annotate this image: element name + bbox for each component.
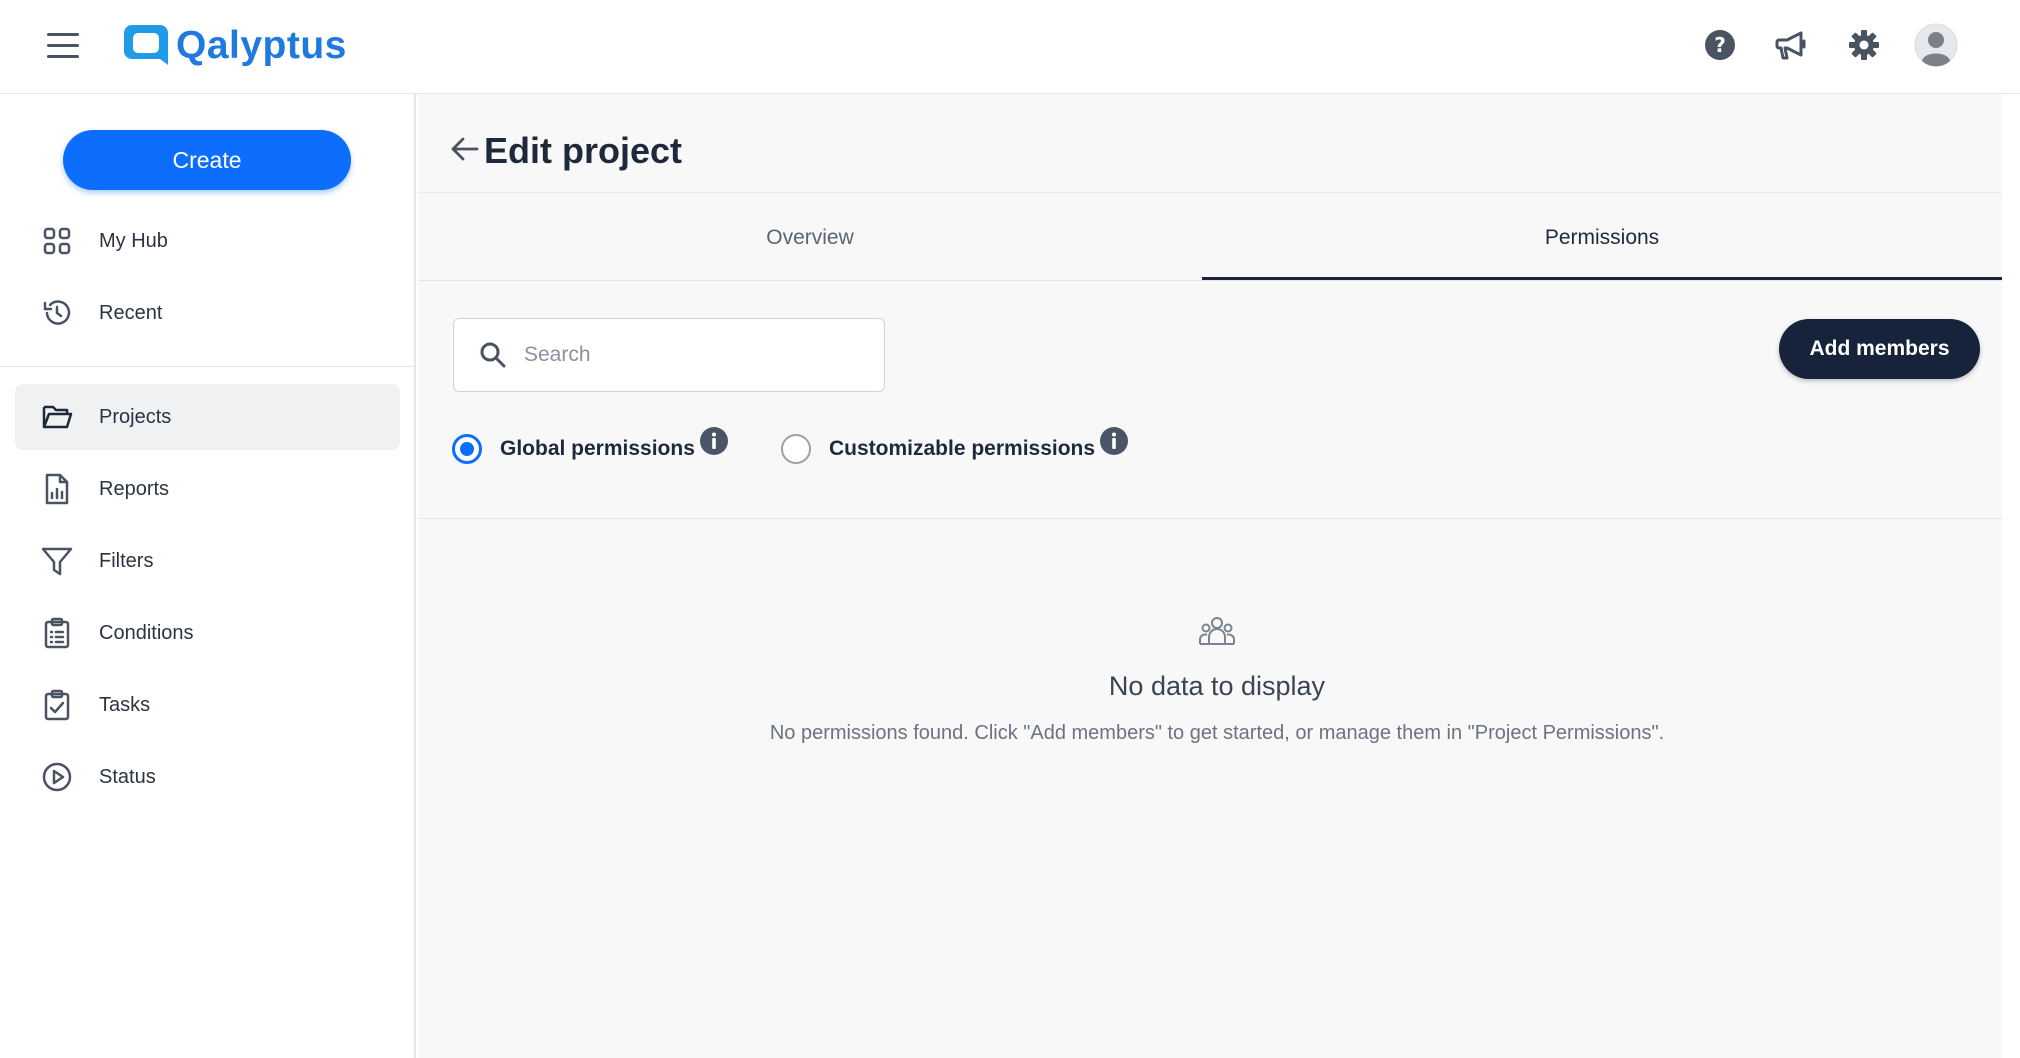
- customizable-permissions-option[interactable]: Customizable permissions: [781, 424, 1129, 474]
- section-divider: [418, 518, 2002, 519]
- sidebar: Create My Hub Recent Projects Reports Fi…: [0, 94, 416, 1058]
- search-field[interactable]: [453, 318, 885, 392]
- empty-state-text: No permissions found. Click "Add members…: [769, 722, 1665, 744]
- back-arrow-icon[interactable]: [450, 134, 480, 164]
- sidebar-item-label: Tasks: [99, 693, 151, 716]
- sidebar-item-filters[interactable]: Filters: [15, 528, 400, 594]
- empty-state-title: No data to display: [1108, 671, 1326, 701]
- scrollbar[interactable]: [2002, 94, 2020, 1058]
- page-title: Edit project: [484, 130, 683, 171]
- help-icon[interactable]: ?: [1697, 22, 1743, 68]
- play-circle-icon: [40, 760, 74, 794]
- customizable-permissions-label: Customizable permissions: [829, 437, 1096, 460]
- sidebar-divider: [0, 366, 414, 367]
- history-icon: [40, 296, 74, 330]
- sidebar-item-label: Reports: [99, 477, 170, 500]
- hamburger-menu-icon[interactable]: [47, 33, 79, 59]
- create-button[interactable]: Create: [63, 130, 351, 190]
- main-content: Edit project Overview Permissions Add me…: [418, 94, 2020, 1058]
- filter-icon: [40, 544, 74, 578]
- user-avatar-icon[interactable]: [1913, 22, 1959, 68]
- info-icon[interactable]: [1099, 426, 1129, 456]
- page-header: Edit project: [418, 94, 2020, 193]
- sidebar-item-label: Filters: [99, 549, 154, 572]
- top-icons: ?: [1660, 0, 2020, 94]
- sidebar-item-label: Status: [99, 765, 156, 788]
- sidebar-item-status[interactable]: Status: [15, 744, 400, 810]
- tab-permissions[interactable]: Permissions: [1202, 194, 2002, 282]
- app-name: Qalyptus: [176, 24, 347, 67]
- top-bar: Qalyptus ?: [0, 0, 2020, 94]
- tabs-border: [418, 280, 2002, 281]
- sidebar-item-projects[interactable]: Projects: [15, 384, 400, 450]
- clipboard-check-icon: [40, 688, 74, 722]
- add-members-button[interactable]: Add members: [1779, 319, 1980, 379]
- customizable-permissions-radio[interactable]: [781, 434, 811, 464]
- sidebar-item-reports[interactable]: Reports: [15, 456, 400, 522]
- sidebar-item-label: Conditions: [99, 621, 194, 644]
- global-permissions-label: Global permissions: [500, 437, 695, 460]
- sidebar-item-recent[interactable]: Recent: [15, 280, 400, 346]
- sidebar-item-conditions[interactable]: Conditions: [15, 600, 400, 666]
- empty-state: No data to display No permissions found.…: [418, 614, 2016, 745]
- tabs: Overview Permissions: [418, 194, 2020, 282]
- folder-icon: [40, 400, 74, 434]
- svg-text:?: ?: [1714, 33, 1726, 57]
- sidebar-item-my-hub[interactable]: My Hub: [15, 208, 400, 274]
- users-group-icon: [1199, 617, 1235, 645]
- announcement-icon[interactable]: [1769, 22, 1815, 68]
- grid-icon: [40, 224, 74, 258]
- global-permissions-option[interactable]: Global permissions: [452, 424, 729, 474]
- tab-overview[interactable]: Overview: [418, 194, 1202, 282]
- sidebar-item-label: Recent: [99, 301, 163, 324]
- info-icon[interactable]: [699, 426, 729, 456]
- app-logo[interactable]: Qalyptus: [122, 19, 347, 73]
- sidebar-item-tasks[interactable]: Tasks: [15, 672, 400, 738]
- search-icon: [480, 342, 506, 368]
- clipboard-list-icon: [40, 616, 74, 650]
- sidebar-item-label: Projects: [99, 405, 172, 428]
- sidebar-item-label: My Hub: [99, 229, 168, 252]
- search-input[interactable]: [524, 343, 854, 367]
- global-permissions-radio[interactable]: [452, 434, 482, 464]
- report-icon: [40, 472, 74, 506]
- settings-gear-icon[interactable]: [1841, 22, 1887, 68]
- qalyptus-logo-icon: [124, 25, 168, 65]
